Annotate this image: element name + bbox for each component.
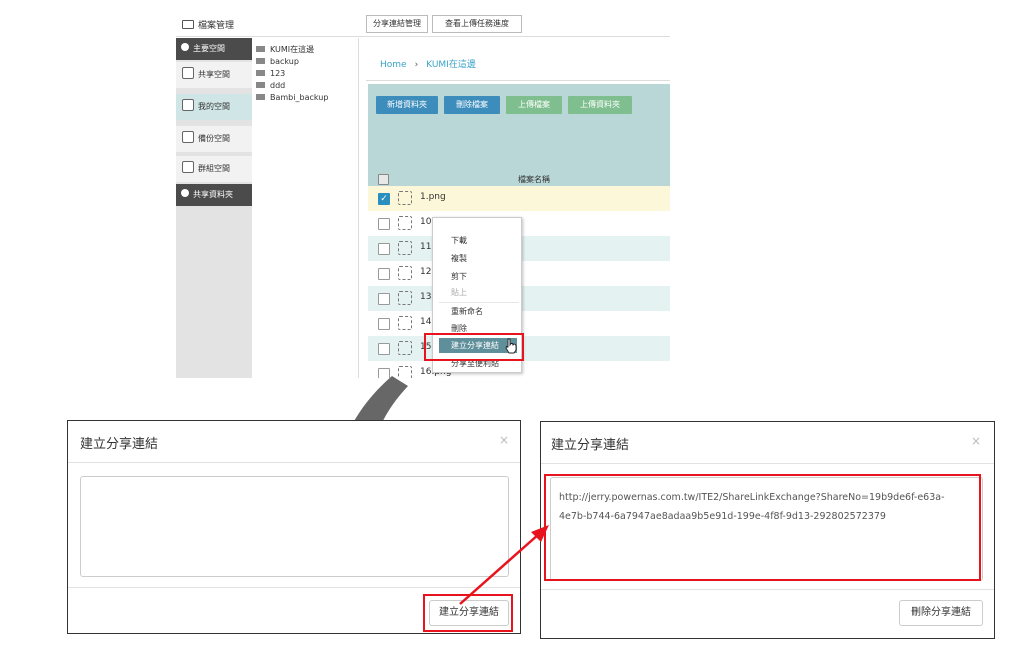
pie-chart-icon [181, 43, 189, 51]
divider [366, 80, 670, 81]
share-link-textarea[interactable] [80, 476, 509, 577]
divider [541, 589, 994, 590]
table-row[interactable]: ✓ 1.png [368, 186, 670, 211]
home-icon [182, 99, 194, 111]
sidebar-item-shared-folder[interactable]: 共享資料夾 [176, 184, 252, 206]
folder-icon [256, 46, 265, 52]
file-name[interactable]: 12 [420, 267, 431, 277]
sidebar-item-my-space[interactable]: 我的空間 [176, 94, 252, 120]
group-icon [182, 161, 194, 173]
upload-progress-button[interactable]: 查看上傳任務進度 [432, 15, 522, 33]
menu-item-copy[interactable]: 複製 [451, 253, 467, 264]
sidebar-item-shared-space[interactable]: 共享空間 [176, 62, 252, 88]
sidebar-item-label: 群組空間 [198, 164, 230, 173]
menu-item-download[interactable]: 下載 [451, 235, 467, 246]
delete-share-link-button[interactable]: 刪除分享連結 [899, 600, 983, 626]
sidebar-item-backup-space[interactable]: 備份空間 [176, 126, 252, 152]
breadcrumb-current[interactable]: KUMI在這邊 [426, 60, 476, 70]
divider [68, 587, 520, 588]
row-checkbox[interactable] [378, 293, 390, 305]
dialog-title: 建立分享連結 [551, 438, 630, 453]
sidebar-item-label: 我的空間 [198, 102, 230, 111]
upload-folder-button[interactable]: 上傳資料夾 [568, 96, 632, 114]
column-header-filename: 檔案名稱 [518, 175, 550, 184]
row-checkbox[interactable] [378, 343, 390, 355]
breadcrumb-home[interactable]: Home [380, 60, 407, 70]
file-name[interactable]: 10 [420, 217, 431, 227]
tree-item-label: 123 [270, 69, 286, 78]
file-name[interactable]: 1.png [420, 192, 446, 202]
breadcrumb-separator: › [414, 60, 419, 70]
sidebar-item-label: 主要空間 [193, 44, 225, 53]
image-thumbnail-icon [398, 341, 412, 355]
toolbar: 新增資料夾 刪除檔案 上傳檔案 上傳資料夾 檔案名稱 [368, 84, 670, 194]
divider [358, 38, 359, 378]
folder-icon [256, 70, 265, 76]
menu-item-rename[interactable]: 重新命名 [451, 306, 483, 317]
tree-item-label: KUMI在這邊 [270, 45, 315, 54]
file-manager-title-text: 檔案管理 [198, 21, 235, 31]
sidebar-item-label: 備份空間 [198, 134, 230, 143]
row-checkbox[interactable] [378, 218, 390, 230]
menu-item-paste: 貼上 [451, 288, 467, 297]
row-checkbox[interactable] [378, 268, 390, 280]
divider [176, 36, 670, 37]
sidebar-item-label: 共享空間 [198, 70, 230, 79]
file-manager-panel: 檔案管理 分享連結管理 查看上傳任務進度 主要空間 共享空間 我的空間 備份空間… [176, 8, 670, 378]
history-icon [182, 131, 194, 143]
hand-cursor-icon [505, 338, 517, 354]
red-arrow-icon [459, 525, 549, 605]
file-name[interactable]: 13 [420, 292, 431, 302]
upload-file-button[interactable]: 上傳檔案 [506, 96, 562, 114]
folder-icon [182, 20, 194, 29]
tree-item[interactable]: Bambi_backup [256, 92, 356, 104]
tree-item[interactable]: 123 [256, 68, 356, 80]
highlight-box [544, 474, 981, 581]
breadcrumb: Home › KUMI在這邊 [380, 57, 476, 70]
image-thumbnail-icon [398, 216, 412, 230]
folder-icon [256, 58, 265, 64]
tree-item-label: backup [270, 57, 299, 66]
close-icon[interactable]: × [971, 434, 981, 448]
image-thumbnail-icon [398, 241, 412, 255]
row-checkbox[interactable] [378, 243, 390, 255]
file-manager-title: 檔案管理 [182, 18, 234, 31]
sidebar: 主要空間 共享空間 我的空間 備份空間 群組空間 共享資料夾 [176, 38, 252, 378]
file-name[interactable]: 14 [420, 317, 431, 327]
image-thumbnail-icon [398, 316, 412, 330]
divider [541, 463, 994, 464]
menu-item-cut[interactable]: 剪下 [451, 271, 467, 282]
tree-item[interactable]: backup [256, 56, 356, 68]
select-all-checkbox[interactable] [378, 174, 389, 185]
file-name[interactable]: 11 [420, 242, 431, 252]
row-checkbox[interactable]: ✓ [378, 193, 390, 205]
tree-item-label: Bambi_backup [270, 93, 329, 102]
globe-icon [182, 67, 194, 79]
sidebar-item-label: 共享資料夾 [193, 190, 233, 199]
pie-chart-icon [181, 189, 189, 197]
delete-file-button[interactable]: 刪除檔案 [444, 96, 500, 114]
image-thumbnail-icon [398, 291, 412, 305]
image-thumbnail-icon [398, 191, 412, 205]
share-link-manage-button[interactable]: 分享連結管理 [366, 15, 428, 33]
folder-icon [256, 94, 265, 100]
sidebar-item-main-space[interactable]: 主要空間 [176, 38, 252, 60]
divider [68, 462, 520, 463]
tree-item[interactable]: ddd [256, 80, 356, 92]
tree-item[interactable]: KUMI在這邊 [256, 44, 356, 56]
sidebar-item-group-space[interactable]: 群組空間 [176, 156, 252, 182]
close-icon[interactable]: × [499, 433, 509, 447]
row-checkbox[interactable] [378, 318, 390, 330]
image-thumbnail-icon [398, 266, 412, 280]
menu-divider [439, 302, 519, 303]
new-folder-button[interactable]: 新增資料夾 [376, 96, 438, 114]
folder-tree: KUMI在這邊 backup 123 ddd Bambi_backup [256, 44, 356, 104]
tree-item-label: ddd [270, 81, 286, 90]
folder-icon [256, 82, 265, 88]
dialog-title: 建立分享連結 [80, 437, 159, 452]
